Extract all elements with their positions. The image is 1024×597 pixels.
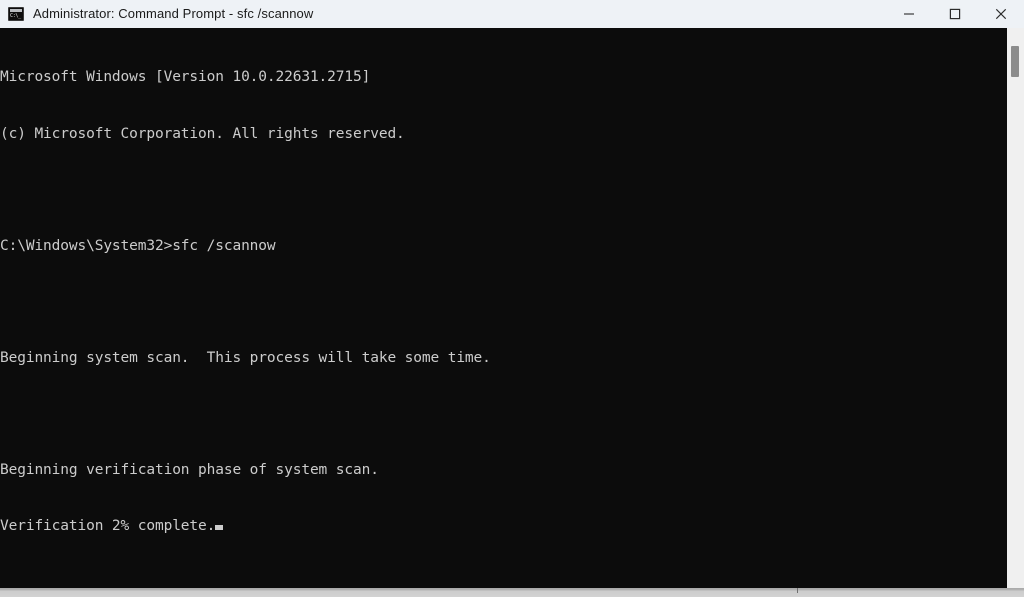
command-prompt-window: Administrator: Command Prompt - sfc /sca… [0, 0, 1024, 597]
close-icon [995, 8, 1007, 20]
console-line-progress: Verification 2% complete. [0, 517, 1007, 536]
text-cursor [215, 525, 224, 531]
minimize-icon [904, 13, 914, 15]
minimize-button[interactable] [886, 0, 932, 28]
scrollbar-thumb[interactable] [1011, 46, 1019, 77]
close-button[interactable] [978, 0, 1024, 28]
console-line: (c) Microsoft Corporation. All rights re… [0, 125, 405, 142]
window-bottom-edge [0, 588, 1024, 597]
maximize-icon [949, 8, 961, 20]
progress-text: Verification 2% complete. [0, 518, 216, 535]
console-line-command: C:\Windows\System32>sfc /scannow [0, 237, 276, 254]
command-prompt-icon [8, 7, 24, 21]
window-controls [886, 0, 1024, 28]
vertical-scrollbar[interactable] [1007, 28, 1024, 588]
console-output[interactable]: Microsoft Windows [Version 10.0.22631.27… [0, 28, 1007, 588]
console-line: Beginning system scan. This process will… [0, 349, 491, 366]
console-area[interactable]: Microsoft Windows [Version 10.0.22631.27… [0, 28, 1024, 588]
console-line: Microsoft Windows [Version 10.0.22631.27… [0, 69, 371, 86]
resize-tick [797, 588, 798, 593]
maximize-button[interactable] [932, 0, 978, 28]
window-title: Administrator: Command Prompt - sfc /sca… [33, 6, 314, 21]
title-bar[interactable]: Administrator: Command Prompt - sfc /sca… [0, 0, 1024, 28]
console-line: Beginning verification phase of system s… [0, 462, 379, 479]
